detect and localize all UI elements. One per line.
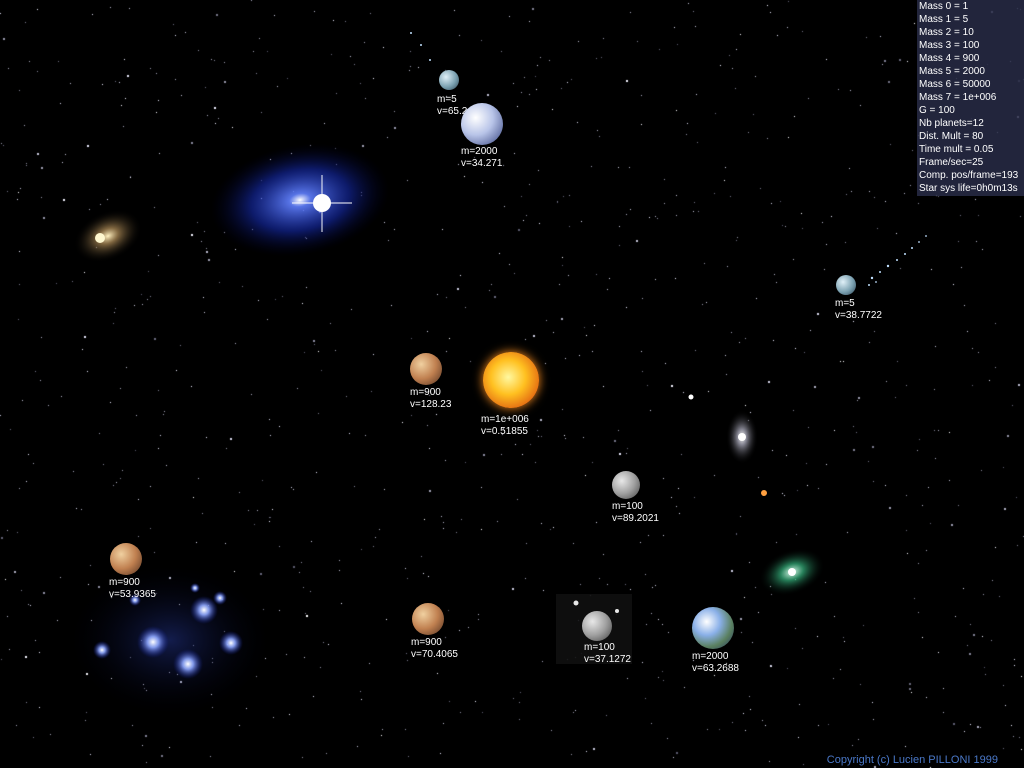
stat-mass-2: Mass 2 = 10 [919, 27, 974, 38]
body-label-bottom-moon: m=100 v=37.1272 [584, 642, 631, 666]
velocity-text: v=63.2688 [692, 663, 739, 674]
body-label-bottom-mars: m=900 v=70.4065 [411, 637, 458, 661]
mass-text: m=2000 [461, 146, 498, 157]
stat-time-multiplier: Time mult = 0.05 [919, 144, 994, 155]
stat-mass-1: Mass 1 = 5 [919, 14, 969, 25]
stat-planet-count: Nb planets=12 [919, 118, 984, 129]
mass-text: m=900 [410, 387, 441, 398]
body-label-bottom-earth: m=2000 v=63.2688 [692, 651, 739, 675]
stat-distance-multiplier: Dist. Mult = 80 [919, 131, 984, 142]
velocity-text: v=70.4065 [411, 649, 458, 660]
mass-text: m=2000 [692, 651, 729, 662]
stat-system-life: Star sys life=0h0m13s [919, 183, 1018, 194]
stat-mass-0: Mass 0 = 1 [919, 1, 969, 12]
mass-text: m=100 [584, 642, 615, 653]
stat-frames-per-second: Frame/sec=25 [919, 157, 984, 168]
body-label-left-mars: m=900 v=53.9365 [109, 577, 156, 601]
large-planet-top-icon[interactable] [461, 103, 503, 145]
mass-text: m=900 [109, 577, 140, 588]
sun-icon[interactable] [483, 352, 539, 408]
mass-text: m=1e+006 [481, 414, 529, 425]
small-planet-top-icon[interactable] [439, 70, 459, 90]
velocity-text: v=37.1272 [584, 654, 631, 665]
mass-text: m=900 [411, 637, 442, 648]
velocity-text: v=38.7722 [835, 310, 882, 321]
moon-mid-icon[interactable] [612, 471, 640, 499]
mass-text: m=5 [835, 298, 855, 309]
body-label-center-mars: m=900 v=128.23 [410, 387, 451, 411]
rocky-planet-center-icon[interactable] [410, 353, 442, 385]
velocity-text: v=0.51855 [481, 426, 528, 437]
stat-mass-4: Mass 4 = 900 [919, 53, 980, 64]
mass-text: m=100 [612, 501, 643, 512]
elliptical-galaxy-right [688, 394, 767, 496]
stat-mass-7: Mass 7 = 1e+006 [919, 92, 997, 103]
stat-computations-per-frame: Comp. pos/frame=193 [919, 170, 1019, 181]
spiral-galaxy-top-left [73, 209, 143, 263]
velocity-text: v=34.271 [461, 158, 503, 169]
body-label-top-large: m=2000 v=34.271 [461, 146, 502, 170]
body-label-mid-moon: m=100 v=89.2021 [612, 501, 659, 525]
rocky-planet-left-icon[interactable] [110, 543, 142, 575]
small-planet-right-icon[interactable] [836, 275, 856, 295]
space-scene: m=5 v=65.2 m=2000 v=34.271 m=5 v=38.7722… [0, 0, 1024, 768]
stat-mass-5: Mass 5 = 2000 [919, 66, 985, 77]
blue-nebula [210, 143, 390, 257]
body-label-sun: m=1e+006 v=0.51855 [481, 414, 529, 438]
moon-bottom-icon[interactable] [582, 611, 612, 641]
mass-text: m=5 [437, 94, 457, 105]
stat-mass-6: Mass 6 = 50000 [919, 79, 991, 90]
velocity-text: v=53.9365 [109, 589, 156, 600]
copyright-text: Copyright (c) Lucien PILLONI 1999 [826, 754, 998, 766]
stat-gravity: G = 100 [919, 105, 955, 116]
body-label-right-small: m=5 v=38.7722 [835, 298, 882, 322]
pleiades-cluster [70, 565, 270, 715]
velocity-text: v=128.23 [410, 399, 452, 410]
simulation-stats-panel: Mass 0 = 1 Mass 1 = 5 Mass 2 = 10 Mass 3… [917, 0, 1024, 196]
green-spiral-galaxy [759, 548, 825, 596]
earth-planet-icon[interactable] [692, 607, 734, 649]
velocity-text: v=89.2021 [612, 513, 659, 524]
stat-mass-3: Mass 3 = 100 [919, 40, 980, 51]
rocky-planet-bottom-icon[interactable] [412, 603, 444, 635]
